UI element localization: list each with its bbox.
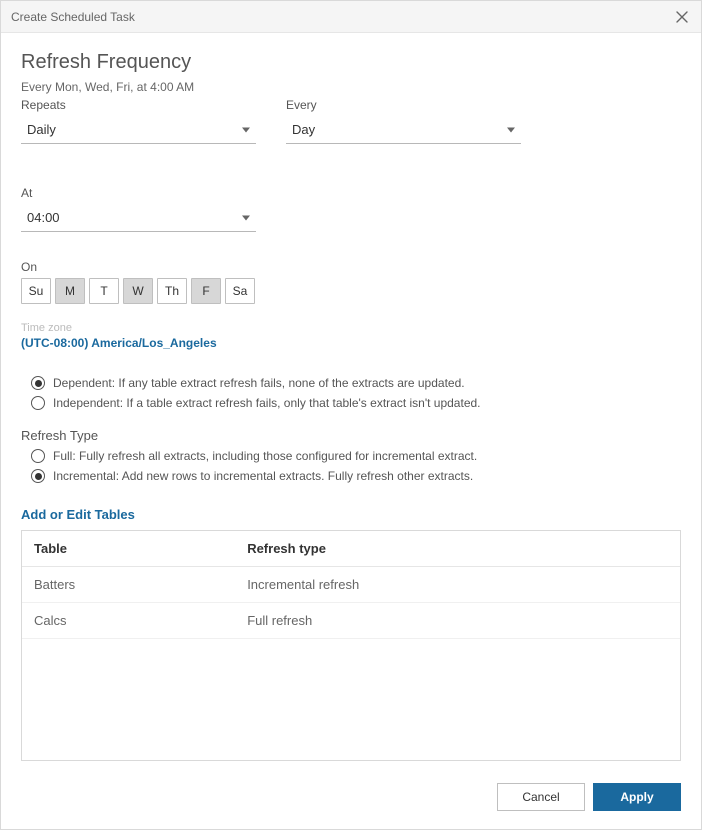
dependency-independent-row[interactable]: Independent: If a table extract refresh … <box>21 396 681 410</box>
create-scheduled-task-modal: Create Scheduled Task Refresh Frequency … <box>0 0 702 830</box>
tables-table: Table Refresh type Batters Incremental r… <box>22 531 680 639</box>
at-label: At <box>21 186 256 200</box>
full-label: Full: Fully refresh all extracts, includ… <box>53 449 477 463</box>
table-row[interactable]: Calcs Full refresh <box>22 603 680 639</box>
modal-footer: Cancel Apply <box>1 769 701 829</box>
add-edit-tables-link[interactable]: Add or Edit Tables <box>21 507 681 522</box>
day-btn-t[interactable]: T <box>89 278 119 304</box>
cell-table-name: Calcs <box>22 603 235 639</box>
table-row[interactable]: Batters Incremental refresh <box>22 567 680 603</box>
day-btn-su[interactable]: Su <box>21 278 51 304</box>
modal-header: Create Scheduled Task <box>1 1 701 33</box>
modal-title: Create Scheduled Task <box>11 10 673 24</box>
radio-full[interactable] <box>31 449 45 463</box>
at-select[interactable]: 04:00 <box>21 204 256 232</box>
timezone-link[interactable]: (UTC-08:00) America/Los_Angeles <box>21 336 681 350</box>
timezone-label: Time zone <box>21 322 681 334</box>
chevron-down-icon <box>242 215 250 220</box>
repeats-value: Daily <box>27 122 56 137</box>
day-btn-f[interactable]: F <box>191 278 221 304</box>
chevron-down-icon <box>507 127 515 132</box>
schedule-summary: Every Mon, Wed, Fri, at 4:00 AM <box>21 80 681 94</box>
every-value: Day <box>292 122 315 137</box>
day-picker: Su M T W Th F Sa <box>21 278 681 304</box>
day-btn-w[interactable]: W <box>123 278 153 304</box>
close-icon[interactable] <box>673 8 691 26</box>
incremental-label: Incremental: Add new rows to incremental… <box>53 469 473 483</box>
independent-label: Independent: If a table extract refresh … <box>53 396 481 410</box>
on-label: On <box>21 260 37 274</box>
day-btn-th[interactable]: Th <box>157 278 187 304</box>
radio-dependent[interactable] <box>31 376 45 390</box>
dependency-dependent-row[interactable]: Dependent: If any table extract refresh … <box>21 376 681 390</box>
every-field: Every Day <box>286 98 521 144</box>
dependent-label: Dependent: If any table extract refresh … <box>53 376 465 390</box>
day-btn-m[interactable]: M <box>55 278 85 304</box>
modal-body: Refresh Frequency Every Mon, Wed, Fri, a… <box>1 33 701 769</box>
every-label: Every <box>286 98 521 112</box>
day-btn-sa[interactable]: Sa <box>225 278 255 304</box>
cell-refresh-type: Incremental refresh <box>235 567 680 603</box>
cell-table-name: Batters <box>22 567 235 603</box>
every-select[interactable]: Day <box>286 116 521 144</box>
tables-panel: Table Refresh type Batters Incremental r… <box>21 530 681 761</box>
at-field: At 04:00 <box>21 186 256 232</box>
repeats-field: Repeats Daily <box>21 98 256 144</box>
repeats-select[interactable]: Daily <box>21 116 256 144</box>
col-table: Table <box>22 531 235 567</box>
refresh-incremental-row[interactable]: Incremental: Add new rows to incremental… <box>21 469 681 483</box>
refresh-type-heading: Refresh Type <box>21 428 681 443</box>
cancel-button[interactable]: Cancel <box>497 783 585 811</box>
at-value: 04:00 <box>27 210 60 225</box>
apply-button[interactable]: Apply <box>593 783 681 811</box>
repeats-label: Repeats <box>21 98 256 112</box>
radio-incremental[interactable] <box>31 469 45 483</box>
refresh-full-row[interactable]: Full: Fully refresh all extracts, includ… <box>21 449 681 463</box>
radio-independent[interactable] <box>31 396 45 410</box>
col-refresh-type: Refresh type <box>235 531 680 567</box>
cell-refresh-type: Full refresh <box>235 603 680 639</box>
chevron-down-icon <box>242 127 250 132</box>
page-title: Refresh Frequency <box>21 51 681 74</box>
